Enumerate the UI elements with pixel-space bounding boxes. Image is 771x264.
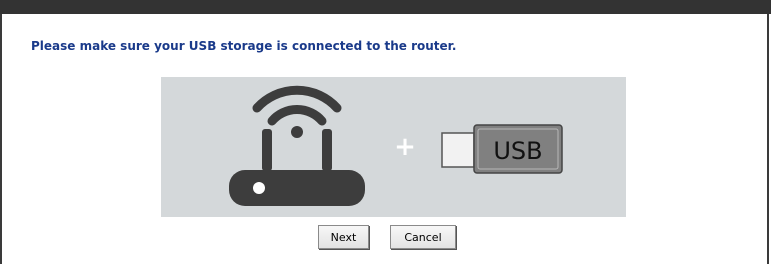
usb-instruction-text: Please make sure your USB storage is con… <box>31 39 457 53</box>
next-button[interactable]: Next <box>318 225 369 249</box>
plus-icon: + <box>394 132 416 162</box>
button-row: Next Cancel <box>0 225 771 251</box>
top-bar <box>0 0 771 14</box>
cancel-button[interactable]: Cancel <box>390 225 456 249</box>
usb-label: USB <box>493 137 542 165</box>
usb-drive-icon: USB <box>441 124 563 174</box>
router-usb-illustration: + USB <box>161 77 626 217</box>
router-icon <box>229 85 365 206</box>
